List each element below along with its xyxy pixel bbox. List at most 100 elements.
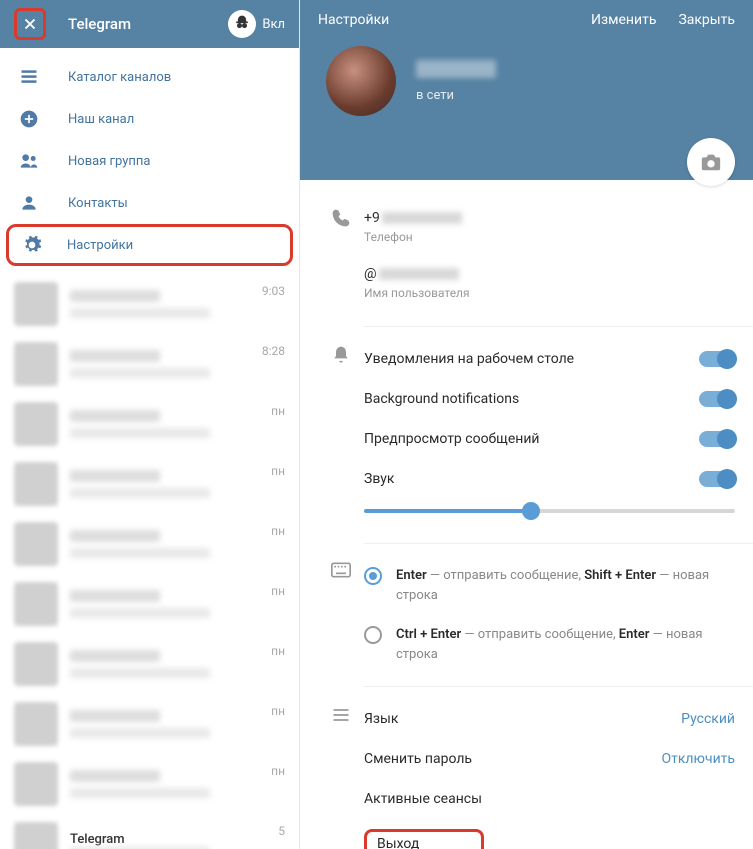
notif-bg-label: Background notifications (364, 391, 519, 407)
menu-contacts[interactable]: Контакты (0, 182, 299, 224)
chat-time: пн (271, 644, 285, 658)
chat-name (70, 290, 160, 302)
menu-label: Каталог каналов (68, 70, 171, 85)
settings-header: Настройки Изменить Закрыть в сети (300, 0, 753, 180)
close-icon (21, 15, 39, 33)
slider-thumb[interactable] (522, 502, 540, 520)
chat-preview (70, 608, 210, 618)
phone-icon (318, 202, 364, 314)
send-mode-enter-radio[interactable] (364, 567, 382, 585)
chat-name (70, 590, 160, 602)
chat-avatar (14, 462, 58, 506)
preview-toggle[interactable] (699, 431, 735, 447)
chat-name (70, 530, 160, 542)
menu-label: Наш канал (68, 112, 134, 127)
chat-avatar (14, 402, 58, 446)
chat-name (70, 410, 160, 422)
notif-bg-toggle[interactable] (699, 391, 735, 407)
group-icon (18, 150, 40, 172)
phone-label: Телефон (364, 230, 735, 244)
chat-avatar (14, 642, 58, 686)
chat-row[interactable]: пн (0, 694, 299, 754)
keyboard-icon (318, 556, 364, 674)
incognito-icon[interactable] (228, 10, 256, 38)
language-row[interactable]: Язык Русский (364, 699, 735, 739)
chat-avatar (14, 822, 58, 849)
chat-row[interactable]: пн (0, 754, 299, 814)
chat-time: пн (271, 704, 285, 718)
avatar[interactable] (326, 46, 396, 116)
username-label: Имя пользователя (364, 286, 735, 300)
app-title: Telegram (68, 15, 131, 33)
left-header: Telegram Вкл (0, 0, 299, 48)
chat-preview (70, 668, 210, 678)
menu-catalog[interactable]: Каталог каналов (0, 56, 299, 98)
chat-row[interactable]: пн (0, 634, 299, 694)
chat-avatar (14, 702, 58, 746)
chat-row[interactable]: пн (0, 574, 299, 634)
chat-name (70, 650, 160, 662)
chat-time: 9:03 (262, 284, 285, 298)
chat-row[interactable]: пн (0, 514, 299, 574)
send-mode-ctrl-enter-radio[interactable] (364, 626, 382, 644)
chat-avatar (14, 282, 58, 326)
menu-label: Контакты (68, 196, 128, 211)
logout-button[interactable]: Выход (364, 829, 484, 849)
bell-icon (318, 339, 364, 531)
chat-avatar (14, 762, 58, 806)
chat-time: пн (271, 764, 285, 778)
notif-desktop-toggle[interactable] (699, 351, 735, 367)
chat-row[interactable]: пн (0, 394, 299, 454)
profile-name (416, 60, 496, 78)
close-settings-button[interactable]: Закрыть (678, 12, 735, 28)
chat-name (70, 710, 160, 722)
chat-row[interactable]: 8:28 (0, 334, 299, 394)
left-panel: Telegram Вкл Каталог каналов Наш канал Н… (0, 0, 300, 849)
settings-body: +9 Телефон @ Имя пользователя Уведомлени… (300, 180, 753, 849)
chat-time: пн (271, 584, 285, 598)
person-icon (18, 192, 40, 214)
active-sessions-row[interactable]: Активные сеансы (364, 779, 735, 819)
chat-row[interactable]: пн (0, 454, 299, 514)
preview-label: Предпросмотр сообщений (364, 431, 540, 447)
chat-name: Telegram (70, 832, 278, 847)
chat-row[interactable]: 9:03 (0, 274, 299, 334)
edit-button[interactable]: Изменить (591, 12, 656, 28)
notif-desktop-label: Уведомления на рабочем столе (364, 351, 574, 367)
chat-avatar (14, 522, 58, 566)
volume-slider[interactable] (364, 509, 735, 513)
change-password-value: Отключить (662, 751, 736, 767)
sound-toggle[interactable] (699, 471, 735, 487)
sound-label: Звук (364, 471, 394, 487)
settings-title: Настройки (318, 12, 389, 28)
chat-list[interactable]: 9:03 8:28 пн пн пн пн (0, 274, 299, 849)
menu-settings[interactable]: Настройки (6, 224, 293, 266)
camera-button[interactable] (687, 138, 735, 186)
menu-our-channel[interactable]: Наш канал (0, 98, 299, 140)
right-panel: Настройки Изменить Закрыть в сети +9 (300, 0, 753, 849)
language-label: Язык (364, 711, 398, 727)
menu-new-group[interactable]: Новая группа (0, 140, 299, 182)
chat-row[interactable]: Telegram 5 (0, 814, 299, 849)
chat-preview (70, 428, 210, 438)
camera-icon (700, 151, 722, 173)
header-right: Вкл (228, 10, 285, 38)
chat-time: пн (271, 524, 285, 538)
plus-circle-icon (18, 108, 40, 130)
chat-preview (70, 368, 210, 378)
hamburger-icon (318, 699, 364, 849)
change-password-label: Сменить пароль (364, 751, 472, 767)
chat-preview (70, 548, 210, 558)
chat-time: 5 (278, 824, 285, 838)
chat-name (70, 350, 160, 362)
chat-preview (70, 728, 210, 738)
radio-enter-text: Enter — отправить сообщение, Shift + Ent… (396, 566, 735, 605)
close-button[interactable] (14, 8, 46, 40)
language-value: Русский (681, 711, 735, 727)
phone-value: +9 (364, 210, 380, 226)
gear-icon (21, 234, 43, 256)
chat-preview (70, 488, 210, 498)
change-password-row[interactable]: Сменить пароль Отключить (364, 739, 735, 779)
menu: Каталог каналов Наш канал Новая группа К… (0, 48, 299, 274)
active-sessions-label: Активные сеансы (364, 791, 482, 807)
